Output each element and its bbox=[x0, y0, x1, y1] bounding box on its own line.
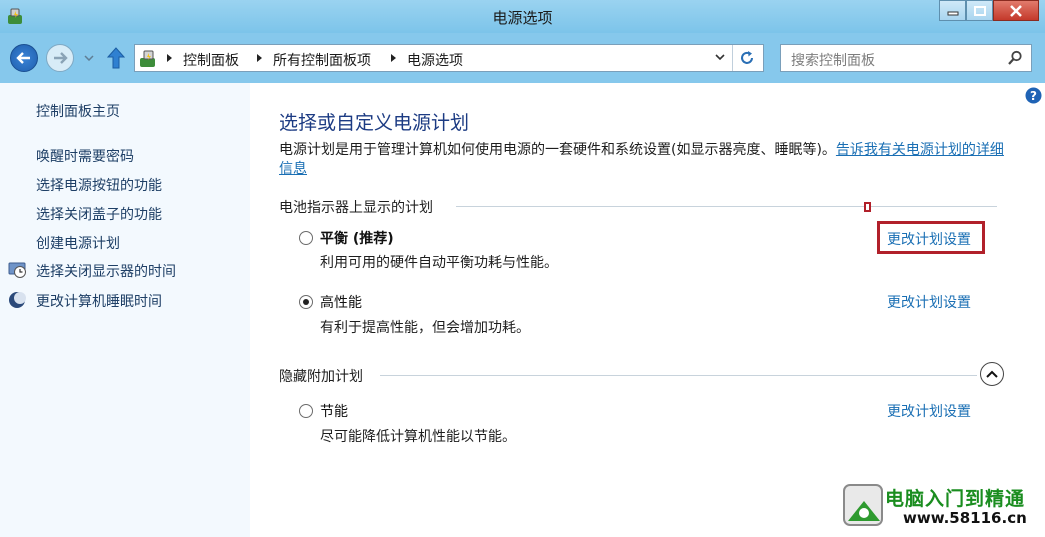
minimize-icon bbox=[947, 11, 958, 15]
page-title: 选择或自定义电源计划 bbox=[279, 112, 470, 134]
description-text: 电源计划是用于管理计算机如何使用电源的一套硬件和系统设置(如显示器亮度、睡眠等)… bbox=[279, 142, 836, 158]
power-saver-plan-description: 尽可能降低计算机性能以节能。 bbox=[320, 429, 516, 445]
moon-icon bbox=[9, 292, 26, 308]
title-bar: 电源选项 bbox=[0, 0, 1045, 33]
section-divider bbox=[380, 375, 977, 376]
power-saver-change-plan-settings-link[interactable]: 更改计划设置 bbox=[887, 401, 971, 421]
arrow-right-icon bbox=[54, 52, 68, 64]
collapse-hidden-plans-button[interactable] bbox=[980, 362, 1004, 386]
help-icon[interactable]: ? bbox=[1025, 87, 1042, 104]
high-performance-plan-description: 有利于提高性能，但会增加功耗。 bbox=[320, 320, 530, 336]
up-arrow-icon[interactable] bbox=[106, 47, 126, 69]
breadcrumb-control-panel[interactable]: 控制面板 bbox=[183, 50, 239, 70]
window-title: 电源选项 bbox=[492, 9, 553, 27]
close-button[interactable] bbox=[993, 0, 1039, 21]
sidebar-item-power-button-function[interactable]: 选择电源按钮的功能 bbox=[36, 175, 162, 195]
watermark-logo bbox=[843, 484, 883, 526]
svg-text:?: ? bbox=[1030, 89, 1037, 103]
search-box[interactable]: 搜索控制面板 bbox=[780, 44, 1032, 72]
search-placeholder: 搜索控制面板 bbox=[791, 53, 875, 69]
breadcrumb-power-options[interactable]: 电源选项 bbox=[407, 50, 463, 70]
breadcrumb-separator-icon[interactable] bbox=[390, 53, 398, 63]
power-saver-plan-radio[interactable] bbox=[299, 404, 313, 418]
back-button[interactable] bbox=[10, 44, 38, 72]
sidebar-item-lid-close-function[interactable]: 选择关闭盖子的功能 bbox=[36, 204, 162, 224]
close-icon bbox=[1010, 4, 1022, 17]
address-history-chevron-down-icon[interactable] bbox=[715, 54, 725, 61]
arrow-left-icon bbox=[16, 52, 30, 64]
sidebar-item-create-power-plan[interactable]: 创建电源计划 bbox=[36, 233, 120, 253]
sidebar-item-computer-sleep-time[interactable]: 更改计算机睡眠时间 bbox=[36, 291, 162, 311]
annotation-marker bbox=[864, 202, 871, 212]
high-performance-plan-name[interactable]: 高性能 bbox=[320, 292, 362, 312]
sidebar-item-control-panel-home[interactable]: 控制面板主页 bbox=[36, 101, 120, 121]
high-performance-plan-radio[interactable] bbox=[299, 295, 313, 309]
address-bar[interactable]: 控制面板 所有控制面板项 电源选项 bbox=[134, 44, 764, 72]
breadcrumb-separator-icon[interactable] bbox=[256, 53, 264, 63]
breadcrumb-all-control-panel-items[interactable]: 所有控制面板项 bbox=[273, 50, 371, 70]
page-description: 电源计划是用于管理计算机如何使用电源的一套硬件和系统设置(如显示器亮度、睡眠等)… bbox=[279, 141, 1009, 179]
battery-plans-section-label: 电池指示器上显示的计划 bbox=[279, 200, 433, 216]
watermark-title: 电脑入门到精通 bbox=[885, 488, 1026, 510]
sidebar-item-display-off-time[interactable]: 选择关闭显示器的时间 bbox=[36, 261, 176, 281]
forward-button[interactable] bbox=[46, 44, 74, 72]
balanced-plan-name[interactable]: 平衡 (推荐) bbox=[320, 228, 394, 248]
display-clock-icon bbox=[8, 262, 26, 278]
address-divider bbox=[732, 45, 733, 71]
section-divider bbox=[456, 206, 997, 207]
chevron-up-icon bbox=[986, 370, 998, 378]
watermark-url: www.58116.cn bbox=[903, 509, 1027, 527]
navigation-bar: 控制面板 所有控制面板项 电源选项 搜索控制面板 bbox=[0, 33, 1045, 83]
refresh-icon[interactable] bbox=[739, 50, 755, 66]
sidebar-item-require-password-on-wakeup[interactable]: 唤醒时需要密码 bbox=[36, 146, 134, 166]
power-saver-plan-name[interactable]: 节能 bbox=[320, 401, 348, 421]
hidden-plans-section-label: 隐藏附加计划 bbox=[279, 369, 363, 385]
maximize-icon bbox=[973, 5, 986, 16]
recent-pages-chevron-down-icon[interactable] bbox=[84, 55, 94, 61]
search-icon[interactable] bbox=[1007, 50, 1023, 66]
window-controls bbox=[939, 0, 1039, 22]
minimize-button[interactable] bbox=[939, 0, 966, 21]
highlight-annotation-box bbox=[877, 221, 985, 254]
control-panel-icon bbox=[140, 50, 155, 67]
balanced-plan-description: 利用可用的硬件自动平衡功耗与性能。 bbox=[320, 255, 558, 271]
breadcrumb-separator-icon[interactable] bbox=[166, 53, 174, 63]
balanced-plan-radio[interactable] bbox=[299, 231, 313, 245]
maximize-button[interactable] bbox=[966, 0, 993, 21]
high-performance-change-plan-settings-link[interactable]: 更改计划设置 bbox=[887, 292, 971, 312]
